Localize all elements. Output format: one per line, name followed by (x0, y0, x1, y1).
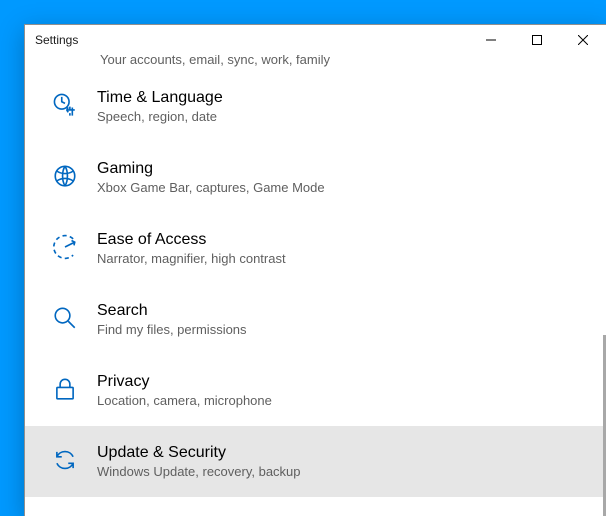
item-title: Gaming (97, 160, 325, 178)
window-title: Settings (35, 33, 78, 47)
category-item-search[interactable]: Search Find my files, permissions (25, 284, 606, 355)
time-language-icon (51, 91, 79, 119)
settings-body: Your accounts, email, sync, work, family… (25, 55, 606, 516)
category-item-gaming[interactable]: Gaming Xbox Game Bar, captures, Game Mod… (25, 142, 606, 213)
item-sub: Speech, region, date (97, 109, 223, 124)
item-sub: Narrator, magnifier, high contrast (97, 251, 286, 266)
category-item-time-language[interactable]: Time & Language Speech, region, date (25, 71, 606, 142)
close-button[interactable] (560, 25, 606, 55)
category-item-update-security[interactable]: Update & Security Windows Update, recove… (25, 426, 606, 497)
item-sub: Windows Update, recovery, backup (97, 464, 301, 479)
category-item-accounts-partial[interactable]: Your accounts, email, sync, work, family (25, 55, 606, 71)
item-title: Search (97, 302, 247, 320)
ease-of-access-icon (51, 233, 79, 261)
settings-window: Settings Your accounts, email, sync, wor… (24, 24, 606, 516)
settings-category-list: Your accounts, email, sync, work, family… (25, 55, 606, 516)
item-sub: Find my files, permissions (97, 322, 247, 337)
item-title: Update & Security (97, 444, 301, 462)
item-title: Time & Language (97, 89, 223, 107)
maximize-button[interactable] (514, 25, 560, 55)
item-sub: Location, camera, microphone (97, 393, 272, 408)
update-security-icon (51, 446, 79, 474)
item-sub: Xbox Game Bar, captures, Game Mode (97, 180, 325, 195)
minimize-button[interactable] (468, 25, 514, 55)
item-sub: Your accounts, email, sync, work, family (100, 55, 330, 67)
item-title: Ease of Access (97, 231, 286, 249)
category-item-privacy[interactable]: Privacy Location, camera, microphone (25, 355, 606, 426)
item-title: Privacy (97, 373, 272, 391)
titlebar: Settings (25, 25, 606, 55)
category-item-ease-of-access[interactable]: Ease of Access Narrator, magnifier, high… (25, 213, 606, 284)
search-icon (51, 304, 79, 332)
privacy-icon (51, 375, 79, 403)
gaming-icon (51, 162, 79, 190)
